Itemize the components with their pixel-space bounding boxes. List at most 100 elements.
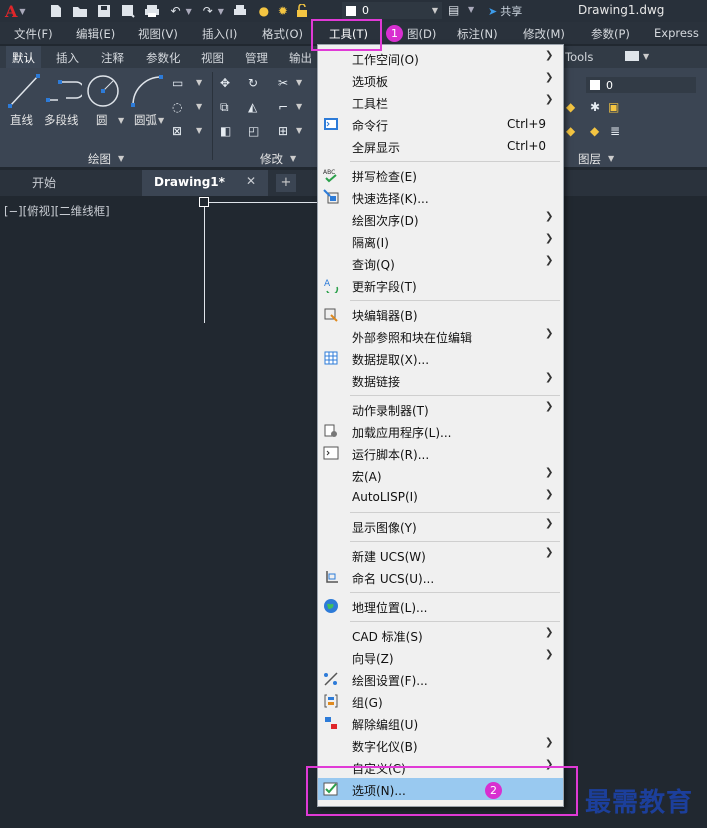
- tab-annotate[interactable]: 注释: [101, 50, 124, 66]
- rectangle-tool-icon[interactable]: ▭: [172, 76, 183, 90]
- rectangle-caret-icon[interactable]: ▼: [196, 78, 202, 87]
- menu-view[interactable]: 视图(V): [138, 26, 178, 42]
- menu-item-block-editor[interactable]: 块编辑器(B): [318, 303, 563, 325]
- layer-panel-caret-icon[interactable]: ▼: [608, 154, 614, 163]
- menu-item-command-line[interactable]: 命令行 Ctrl+9: [318, 113, 563, 135]
- array-caret-icon[interactable]: ▼: [296, 126, 302, 135]
- trim-caret-icon[interactable]: ▼: [296, 78, 302, 87]
- layer-panel-title[interactable]: 图层: [578, 151, 601, 167]
- draw-panel-caret-icon[interactable]: ▼: [118, 154, 124, 163]
- app-logo[interactable]: A: [5, 2, 17, 21]
- menu-item-macro[interactable]: 宏(A) ❯: [318, 464, 563, 486]
- menu-item-run-script[interactable]: 运行脚本(R)...: [318, 442, 563, 464]
- menu-item-palettes[interactable]: 选项板 ❯: [318, 69, 563, 91]
- mirror-tool-icon[interactable]: ◭: [248, 100, 257, 114]
- region-tool-icon[interactable]: ⊠: [172, 124, 182, 138]
- tab-overflow-icon[interactable]: [625, 51, 639, 61]
- tab-view[interactable]: 视图: [201, 50, 224, 66]
- hatch-caret-icon[interactable]: ▼: [196, 102, 202, 111]
- circle-caret-icon[interactable]: ▼: [118, 116, 124, 125]
- menu-item-xref-edit[interactable]: 外部参照和块在位编辑 ❯: [318, 325, 563, 347]
- menu-insert[interactable]: 插入(I): [202, 26, 237, 42]
- menu-item-geographic-location[interactable]: 地理位置(L)...: [318, 595, 563, 617]
- stretch-tool-icon[interactable]: ◧: [220, 124, 231, 138]
- menu-edit[interactable]: 编辑(E): [76, 26, 115, 42]
- menu-item-toolbars[interactable]: 工具栏 ❯: [318, 91, 563, 113]
- layer-stack-icon[interactable]: ≣: [610, 124, 620, 138]
- tab-parametric[interactable]: 参数化: [146, 50, 181, 66]
- layer-bulb-icon[interactable]: ●: [256, 4, 272, 18]
- arc-caret-icon[interactable]: ▼: [158, 116, 164, 125]
- layer-dropdown[interactable]: 0 ▼: [342, 2, 442, 19]
- layer-match-icon[interactable]: ◆: [566, 124, 575, 138]
- menu-item-autolisp[interactable]: AutoLISP(I) ❯: [318, 486, 563, 508]
- modify-panel-caret-icon[interactable]: ▼: [290, 154, 296, 163]
- hatch-tool-icon[interactable]: ◌: [172, 100, 182, 114]
- menu-item-draw-order[interactable]: 绘图次序(D) ❯: [318, 208, 563, 230]
- menu-item-group[interactable]: 组(G): [318, 690, 563, 712]
- close-icon[interactable]: ✕: [246, 174, 256, 188]
- start-tab[interactable]: 开始: [32, 174, 56, 191]
- rotate-tool-icon[interactable]: ↻: [248, 76, 258, 90]
- menu-format[interactable]: 格式(O): [262, 26, 303, 42]
- move-tool-icon[interactable]: ✥: [220, 76, 230, 90]
- menu-item-named-ucs[interactable]: 命名 UCS(U)...: [318, 566, 563, 588]
- circle-tool-icon[interactable]: [86, 74, 120, 108]
- menu-item-new-ucs[interactable]: 新建 UCS(W) ❯: [318, 544, 563, 566]
- tab-output[interactable]: 输出: [289, 50, 312, 66]
- menu-item-wizards[interactable]: 向导(Z) ❯: [318, 646, 563, 668]
- undo-caret-icon[interactable]: ▼: [186, 7, 192, 16]
- menu-item-load-application[interactable]: 加载应用程序(L)...: [318, 420, 563, 442]
- menu-item-data-links[interactable]: 数据链接 ❯: [318, 369, 563, 391]
- new-tab-plus-icon[interactable]: +: [276, 174, 296, 192]
- tab-insert[interactable]: 插入: [56, 50, 79, 66]
- polyline-tool-label[interactable]: 多段线: [44, 112, 79, 128]
- print-icon[interactable]: [144, 4, 160, 18]
- layer-sun-icon[interactable]: ✹: [275, 4, 291, 18]
- qat-customize-caret-icon[interactable]: ▼: [468, 5, 474, 14]
- layer-lock2-icon[interactable]: ▣: [608, 100, 619, 114]
- menu-draw[interactable]: 图(D): [407, 26, 436, 42]
- polyline-tool-icon[interactable]: [46, 78, 82, 104]
- scale-tool-icon[interactable]: ◰: [248, 124, 259, 138]
- undo-icon[interactable]: ↶: [168, 4, 184, 18]
- layer-freeze-icon[interactable]: ✱: [590, 100, 600, 114]
- menu-item-display-image[interactable]: 显示图像(Y) ❯: [318, 515, 563, 537]
- redo-caret-icon[interactable]: ▼: [218, 7, 224, 16]
- layer-lock-icon[interactable]: [294, 4, 310, 18]
- menu-item-digitizer[interactable]: 数字化仪(B) ❯: [318, 734, 563, 756]
- trim-tool-icon[interactable]: ✂: [278, 76, 288, 90]
- menu-modify[interactable]: 修改(M): [523, 26, 565, 42]
- copy-tool-icon[interactable]: ⧉: [220, 100, 229, 115]
- menu-item-fullscreen[interactable]: 全屏显示 Ctrl+0: [318, 135, 563, 157]
- draw-panel-title[interactable]: 绘图: [88, 151, 111, 167]
- menu-item-cad-standards[interactable]: CAD 标准(S) ❯: [318, 624, 563, 646]
- line-tool-label[interactable]: 直线: [10, 112, 33, 128]
- tab-default[interactable]: 默认: [6, 46, 41, 68]
- app-menu-caret-icon[interactable]: ▼: [19, 7, 25, 16]
- menu-file[interactable]: 文件(F): [14, 26, 53, 42]
- tab-overflow-caret-icon[interactable]: ▼: [643, 52, 649, 61]
- viewport-controls[interactable]: [−][俯视][二维线框]: [4, 203, 110, 219]
- menu-parametric[interactable]: 参数(P): [591, 26, 630, 42]
- modify-panel-title[interactable]: 修改: [260, 151, 283, 167]
- arc-tool-icon[interactable]: [130, 74, 164, 108]
- line-tool-icon[interactable]: [8, 74, 40, 108]
- menu-express[interactable]: Express: [654, 26, 699, 40]
- menu-item-update-fields[interactable]: A 更新字段(T): [318, 274, 563, 296]
- share-button[interactable]: ➤ 共享: [488, 3, 522, 19]
- new-file-icon[interactable]: [48, 4, 64, 18]
- menu-item-ungroup[interactable]: 解除编组(U): [318, 712, 563, 734]
- layer-props-icon[interactable]: ◆: [566, 100, 575, 114]
- fillet-caret-icon[interactable]: ▼: [296, 102, 302, 111]
- arc-tool-label[interactable]: 圆弧: [134, 112, 157, 128]
- menu-item-drafting-settings[interactable]: 绘图设置(F)...: [318, 668, 563, 690]
- menu-item-data-extraction[interactable]: 数据提取(X)...: [318, 347, 563, 369]
- redo-icon[interactable]: ↷: [200, 4, 216, 18]
- array-tool-icon[interactable]: ⊞: [278, 124, 288, 138]
- tab-manage[interactable]: 管理: [245, 50, 268, 66]
- menu-item-spell-check[interactable]: ABC 拼写检查(E): [318, 164, 563, 186]
- save-as-icon[interactable]: [120, 4, 136, 18]
- tab-tools[interactable]: Tools: [565, 50, 593, 64]
- match-props-icon[interactable]: ▤: [448, 3, 459, 17]
